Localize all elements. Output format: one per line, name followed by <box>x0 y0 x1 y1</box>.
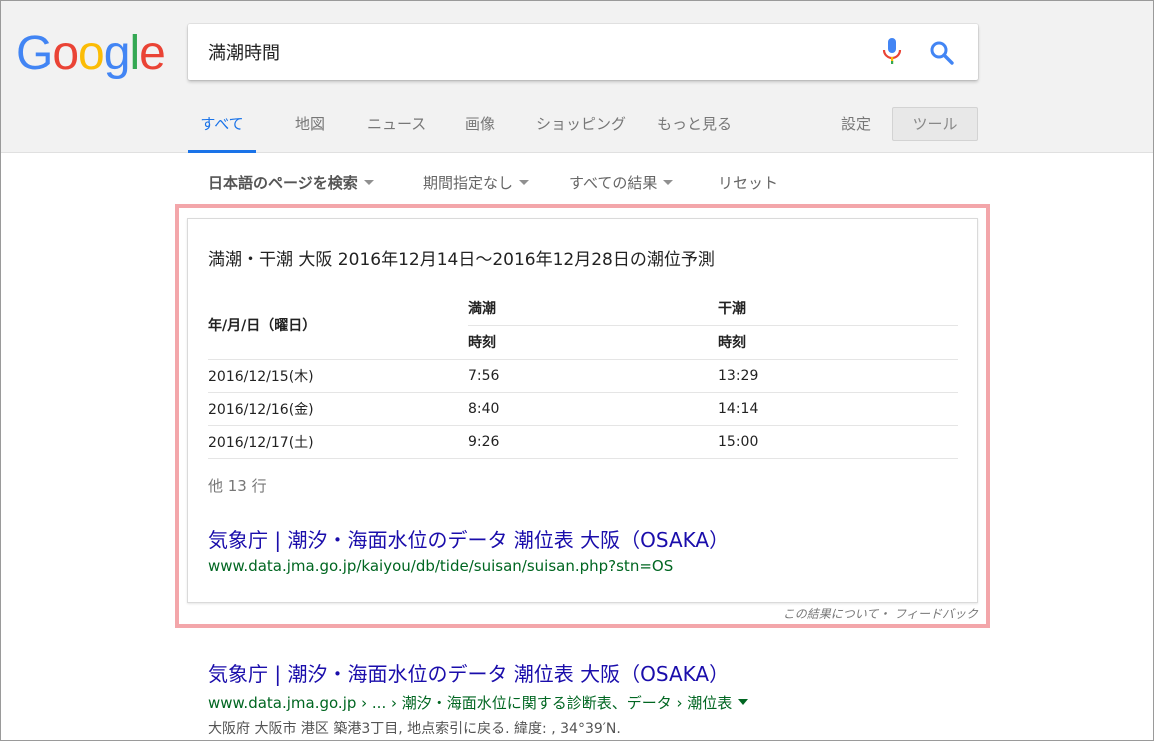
featured-snippet: 満潮・干潮 大阪 2016年12月14日～2016年12月28日の潮位予測 年/… <box>187 218 978 603</box>
cell-high-tide: 7:56 <box>468 358 718 392</box>
chevron-down-icon[interactable] <box>738 699 749 705</box>
search-input[interactable] <box>208 38 868 66</box>
column-header-high-tide: 満潮 <box>468 300 496 317</box>
result-breadcrumb-url: www.data.jma.go.jp › ... › 潮汐・海面水位に関する診断… <box>208 692 749 713</box>
logo-letter: o <box>78 27 105 80</box>
snippet-source-link[interactable]: 気象庁 | 潮汐・海面水位のデータ 潮位表 大阪（OSAKA） <box>208 524 729 553</box>
google-logo[interactable]: Google <box>16 26 166 82</box>
tab-images[interactable]: 画像 <box>465 104 495 153</box>
results-filter-label: すべての結果 <box>569 174 658 192</box>
language-filter[interactable]: 日本語のページを検索 <box>208 172 374 193</box>
search-box <box>188 24 978 80</box>
logo-letter: g <box>103 27 131 80</box>
chevron-down-icon <box>663 180 674 185</box>
language-filter-label: 日本語のページを検索 <box>208 174 358 192</box>
snippet-source-url: www.data.jma.go.jp/kaiyou/db/tide/suisan… <box>208 557 674 575</box>
cell-low-tide: 13:29 <box>718 358 958 392</box>
microphone-icon[interactable] <box>882 38 902 66</box>
cell-date: 2016/12/15(木) <box>208 358 468 392</box>
cell-date: 2016/12/16(金) <box>208 391 468 425</box>
cell-high-tide: 9:26 <box>468 424 718 459</box>
logo-letter: o <box>52 27 79 80</box>
chevron-down-icon <box>363 180 374 185</box>
logo-letter: G <box>16 27 53 80</box>
table-row: 2016/12/17(土) 9:26 15:00 <box>208 424 958 459</box>
column-header-low-tide: 干潮 <box>718 300 746 317</box>
table-row: 2016/12/15(木) 7:56 13:29 <box>208 358 958 392</box>
column-header-date: 年/月/日（曜日） <box>208 317 317 334</box>
result-snippet: 大阪府 大阪市 港区 築港3丁目, 地点索引に戻る. 緯度: , 34°39′N… <box>208 721 621 737</box>
cell-high-tide: 8:40 <box>468 391 718 425</box>
tab-more[interactable]: もっと見る <box>657 104 732 153</box>
settings-link[interactable]: 設定 <box>841 104 871 144</box>
result-url-text: www.data.jma.go.jp › ... › 潮汐・海面水位に関する診断… <box>208 694 733 712</box>
chevron-down-icon <box>519 180 530 185</box>
cell-date: 2016/12/17(土) <box>208 424 468 459</box>
tab-shopping[interactable]: ショッピング <box>536 104 626 153</box>
search-icon[interactable] <box>929 40 955 66</box>
cell-low-tide: 15:00 <box>718 424 958 459</box>
period-filter[interactable]: 期間指定なし <box>423 172 530 193</box>
result-title-link[interactable]: 気象庁 | 潮汐・海面水位のデータ 潮位表 大阪（OSAKA） <box>208 658 729 687</box>
tab-news[interactable]: ニュース <box>367 104 426 153</box>
more-rows-text: 他 13 行 <box>208 477 267 495</box>
feedback-link[interactable]: この結果について・ フィードバック <box>760 605 978 622</box>
cell-low-tide: 14:14 <box>718 391 958 425</box>
tab-all[interactable]: すべて <box>188 104 256 153</box>
logo-letter: l <box>129 27 140 80</box>
reset-filter[interactable]: リセット <box>718 172 778 193</box>
tools-button[interactable]: ツール <box>892 107 978 141</box>
column-subheader-time: 時刻 <box>468 324 718 359</box>
tab-maps[interactable]: 地図 <box>295 104 325 153</box>
results-filter[interactable]: すべての結果 <box>569 172 674 193</box>
snippet-title: 満潮・干潮 大阪 2016年12月14日～2016年12月28日の潮位予測 <box>208 250 715 270</box>
logo-letter: e <box>139 27 166 80</box>
period-filter-label: 期間指定なし <box>423 174 514 192</box>
tide-table: 年/月/日（曜日） 満潮 干潮 時刻 時刻 2016/12/15(木) 7:56… <box>208 291 958 459</box>
column-subheader-time: 時刻 <box>718 324 958 359</box>
table-row: 2016/12/16(金) 8:40 14:14 <box>208 391 958 425</box>
